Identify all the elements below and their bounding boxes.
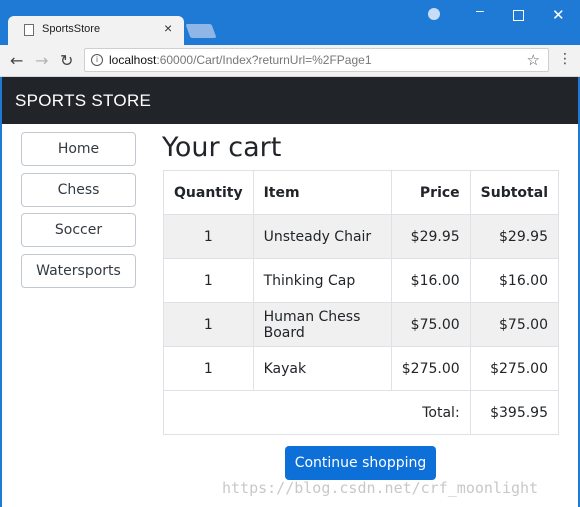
subtotal-cell: $75.00 [469,302,560,347]
total-label: Total: [163,390,471,435]
price-cell: $275.00 [390,346,471,391]
column-header-price: Price [390,170,471,215]
subtotal-cell: $275.00 [469,346,560,391]
cart-table: Quantity Item Price Subtotal 1 Unsteady … [163,170,560,435]
page-title: Your cart [162,132,282,163]
table-header-row: Quantity Item Price Subtotal [163,170,560,215]
table-row: 1 Human Chess Board $75.00 $75.00 [163,302,560,347]
subtotal-cell: $16.00 [469,258,560,303]
total-row: Total: $395.95 [163,390,560,435]
continue-shopping-button[interactable]: Continue shopping [285,446,436,480]
url-host: localhost [109,53,157,67]
minimize-icon[interactable]: – [476,2,484,18]
subtotal-cell: $29.95 [469,214,560,259]
quantity-cell: 1 [163,302,254,347]
price-cell: $75.00 [390,302,471,347]
item-cell: Thinking Cap [252,258,392,303]
address-bar[interactable]: i localhost:60000/Cart/Index?returnUrl=%… [84,48,549,72]
profile-icon[interactable] [428,8,440,20]
price-cell: $29.95 [390,214,471,259]
close-window-icon[interactable]: ✕ [552,6,565,24]
browser-toolbar: ← → ↻ i localhost:60000/Cart/Index?retur… [0,45,580,77]
site-navbar: SPORTS STORE [0,77,580,124]
url-path: :60000/Cart/Index?returnUrl=%2FPage1 [156,53,372,67]
column-header-subtotal: Subtotal [469,170,560,215]
bookmark-star-icon[interactable]: ☆ [527,51,540,69]
item-cell: Human Chess Board [252,302,392,347]
category-button-soccer[interactable]: Soccer [21,213,136,247]
table-row: 1 Thinking Cap $16.00 $16.00 [163,258,560,303]
price-cell: $16.00 [390,258,471,303]
item-cell: Kayak [252,346,392,391]
table-row: 1 Unsteady Chair $29.95 $29.95 [163,214,560,259]
new-tab-button[interactable] [185,24,217,38]
table-row: 1 Kayak $275.00 $275.00 [163,346,560,391]
column-header-quantity: Quantity [163,170,254,215]
tab-title: SportsStore [42,23,101,35]
browser-titlebar: SportsStore × – ✕ [0,0,580,45]
category-button-chess[interactable]: Chess [21,173,136,207]
browser-menu-icon[interactable]: ⋮ [558,51,572,67]
window-border-left [0,77,2,507]
browser-tab[interactable]: SportsStore × [8,16,184,45]
item-cell: Unsteady Chair [252,214,392,259]
url-text[interactable]: localhost:60000/Cart/Index?returnUrl=%2F… [109,53,372,67]
quantity-cell: 1 [163,214,254,259]
category-button-watersports[interactable]: Watersports [21,254,136,288]
quantity-cell: 1 [163,346,254,391]
category-button-home[interactable]: Home [21,132,136,166]
brand-title[interactable]: SPORTS STORE [15,91,151,111]
watermark-text: https://blog.csdn.net/crf_moonlight [222,479,539,497]
tab-close-icon[interactable]: × [164,20,172,36]
maximize-icon[interactable] [513,10,524,21]
total-value: $395.95 [469,390,560,435]
quantity-cell: 1 [163,258,254,303]
page-icon [24,24,34,36]
column-header-item: Item [252,170,392,215]
forward-icon[interactable]: → [35,51,48,70]
back-icon[interactable]: ← [10,51,23,70]
reload-icon[interactable]: ↻ [60,51,73,70]
info-icon[interactable]: i [91,54,103,66]
